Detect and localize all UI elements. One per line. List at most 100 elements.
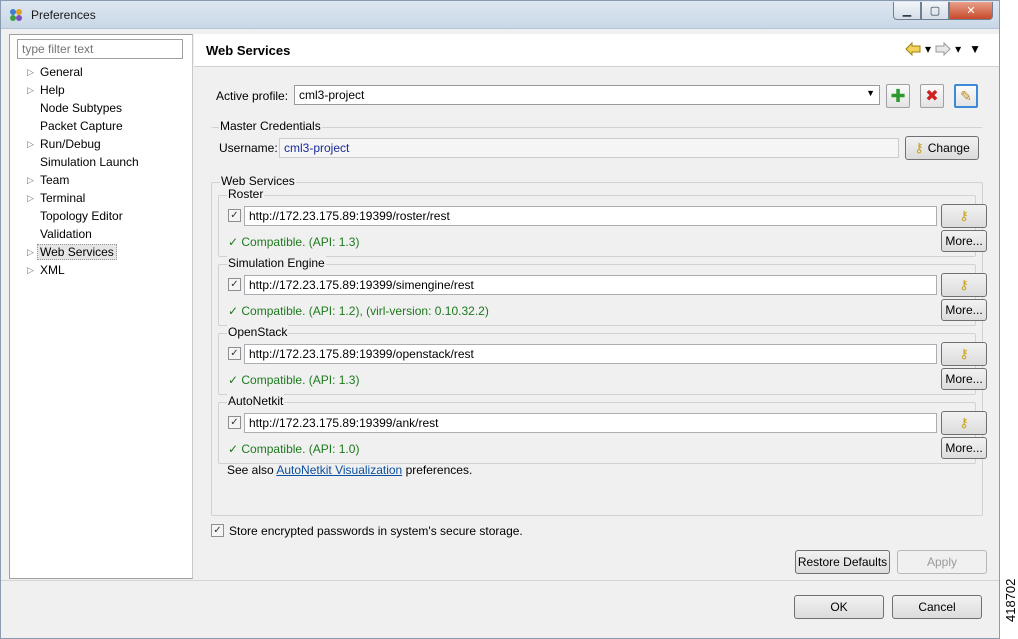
see-also-suffix: preferences.	[405, 463, 473, 477]
service-more-button[interactable]: More...	[941, 437, 987, 459]
service-status: ✓ Compatible. (API: 1.3)	[228, 373, 360, 387]
expand-arrow-icon[interactable]: ▷	[27, 243, 34, 261]
service-enabled-checkbox[interactable]: ✓	[228, 209, 241, 222]
autonetkit-visualization-link[interactable]: AutoNetkit Visualization	[276, 463, 402, 477]
service-status: ✓ Compatible. (API: 1.0)	[228, 442, 360, 456]
edit-profile-button[interactable]: ✎	[954, 84, 978, 108]
store-passwords-checkbox[interactable]: ✓	[211, 524, 224, 537]
service-more-button[interactable]: More...	[941, 368, 987, 390]
title-bar[interactable]: Preferences ▁ ▢ ✕	[1, 1, 999, 29]
expand-arrow-icon[interactable]: ▷	[27, 261, 34, 279]
username-field[interactable]: cml3-project	[279, 138, 899, 158]
add-profile-button[interactable]: ✚	[886, 84, 910, 108]
figure-code: 418702	[1003, 578, 1018, 622]
page-title: Web Services	[206, 43, 291, 58]
more-label: More...	[945, 303, 983, 317]
ok-label: OK	[830, 600, 848, 614]
expand-arrow-icon[interactable]: ▷	[27, 63, 34, 81]
expand-arrow-icon[interactable]: ▷	[27, 81, 34, 99]
history-nav: ▾ ▾ ▼	[905, 42, 981, 56]
tree-item-label: Run/Debug	[40, 137, 101, 151]
tree-item-label: Node Subtypes	[40, 101, 123, 115]
minimize-button[interactable]: ▁	[893, 2, 921, 20]
service-url-input[interactable]: http://172.23.175.89:19399/roster/rest	[244, 206, 937, 226]
restore-defaults-button[interactable]: Restore Defaults	[795, 550, 890, 574]
tree-item-label: Terminal	[40, 191, 86, 205]
service-group: OpenStack ✓ http://172.23.175.89:19399/ope…	[218, 325, 987, 395]
expand-arrow-icon[interactable]: ▷	[27, 189, 34, 207]
preferences-app-icon	[10, 9, 22, 21]
service-credentials-button[interactable]: ⚷	[941, 204, 987, 228]
active-profile-row: Active profile: cml3-project ▼ ✚ ✖ ✎	[216, 84, 986, 108]
page-header: Web Services ▾ ▾ ▼	[194, 34, 999, 67]
key-icon: ⚷	[914, 140, 924, 155]
tree-item[interactable]: ▷ General	[10, 63, 192, 81]
service-more-button[interactable]: More...	[941, 230, 987, 252]
back-arrow-icon[interactable]	[905, 42, 921, 56]
service-url-input[interactable]: http://172.23.175.89:19399/openstack/res…	[244, 344, 937, 364]
key-icon: ⚷	[959, 415, 969, 430]
see-also-text: See also AutoNetkit Visualization prefer…	[227, 463, 472, 477]
tree-item[interactable]: ▷ Team	[10, 171, 192, 189]
add-icon: ✚	[890, 86, 906, 106]
active-profile-select[interactable]: cml3-project ▼	[294, 85, 880, 105]
close-icon: ✕	[966, 5, 976, 17]
active-profile-label: Active profile:	[216, 89, 289, 103]
ok-button[interactable]: OK	[794, 595, 884, 619]
remove-icon: ✖	[925, 88, 939, 105]
service-url-input[interactable]: http://172.23.175.89:19399/simengine/res…	[244, 275, 937, 295]
expand-arrow-icon[interactable]: ▷	[27, 171, 34, 189]
back-dropdown-icon[interactable]: ▾	[925, 42, 931, 56]
apply-button[interactable]: Apply	[897, 550, 987, 574]
tree-item[interactable]: ▷ Terminal	[10, 189, 192, 207]
expand-arrow-icon[interactable]: ▷	[27, 135, 34, 153]
preferences-window: Preferences ▁ ▢ ✕ ▷ General ▷ Help Node Subt…	[0, 0, 1000, 639]
tree-item-label: Packet Capture	[40, 119, 123, 133]
active-profile-value: cml3-project	[299, 88, 365, 102]
more-label: More...	[945, 234, 983, 248]
maximize-icon: ▢	[929, 5, 941, 17]
maximize-button[interactable]: ▢	[921, 2, 949, 20]
service-status: ✓ Compatible. (API: 1.2), (virl-version:…	[228, 304, 489, 318]
more-label: More...	[945, 441, 983, 455]
service-status: ✓ Compatible. (API: 1.3)	[228, 235, 360, 249]
restore-defaults-label: Restore Defaults	[797, 555, 888, 569]
service-credentials-button[interactable]: ⚷	[941, 411, 987, 435]
remove-profile-button[interactable]: ✖	[920, 84, 944, 108]
tree-item[interactable]: Simulation Launch	[10, 153, 192, 171]
tree-item[interactable]: ▷ XML	[10, 261, 192, 279]
minimize-icon: ▁	[902, 5, 912, 17]
tree-item[interactable]: ▷ Help	[10, 81, 192, 99]
service-url-input[interactable]: http://172.23.175.89:19399/ank/rest	[244, 413, 937, 433]
tree-item[interactable]: Validation	[10, 225, 192, 243]
service-credentials-button[interactable]: ⚷	[941, 273, 987, 297]
preferences-tree: ▷ General ▷ Help Node Subtypes Packet Capture…	[10, 63, 192, 279]
service-credentials-button[interactable]: ⚷	[941, 342, 987, 366]
forward-dropdown-icon[interactable]: ▾	[955, 42, 961, 56]
store-passwords-label: Store encrypted passwords in system's se…	[229, 524, 523, 538]
tree-item[interactable]: Node Subtypes	[10, 99, 192, 117]
tree-item[interactable]: Packet Capture	[10, 117, 192, 135]
service-name: Roster	[227, 187, 265, 201]
filter-input[interactable]	[17, 39, 183, 59]
tree-item[interactable]: Topology Editor	[10, 207, 192, 225]
tree-item-label: Validation	[40, 227, 92, 241]
tree-item-label: Web Services	[37, 244, 117, 260]
tree-item[interactable]: ▷ Web Services	[10, 243, 192, 261]
key-icon: ⚷	[959, 277, 969, 292]
cancel-button[interactable]: Cancel	[892, 595, 982, 619]
window-title: Preferences	[31, 8, 96, 22]
service-enabled-checkbox[interactable]: ✓	[228, 347, 241, 360]
service-enabled-checkbox[interactable]: ✓	[228, 416, 241, 429]
view-menu-icon[interactable]: ▼	[969, 42, 981, 56]
service-enabled-checkbox[interactable]: ✓	[228, 278, 241, 291]
close-button[interactable]: ✕	[949, 2, 993, 20]
tree-item[interactable]: ▷ Run/Debug	[10, 135, 192, 153]
forward-arrow-icon[interactable]	[935, 42, 951, 56]
change-credentials-button[interactable]: ⚷ Change	[905, 136, 979, 160]
tree-item-label: XML	[40, 263, 65, 277]
service-more-button[interactable]: More...	[941, 299, 987, 321]
service-name: OpenStack	[227, 325, 289, 339]
cancel-label: Cancel	[918, 600, 956, 614]
master-credentials-group: Master Credentials Username: cml3-projec…	[211, 119, 983, 163]
